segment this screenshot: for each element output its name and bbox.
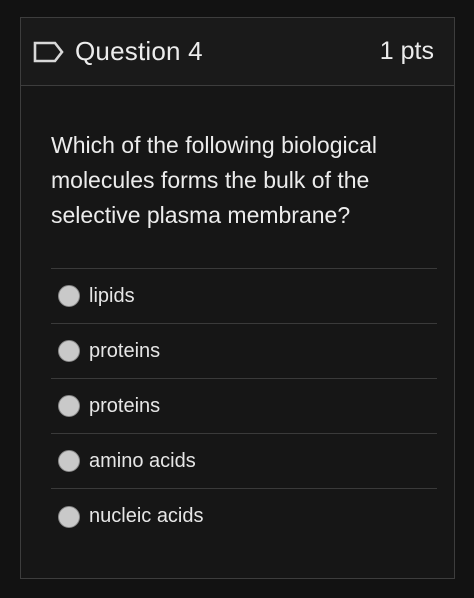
answer-option-proteins-2[interactable]: proteins xyxy=(51,379,437,434)
flag-question-icon[interactable] xyxy=(33,41,65,63)
question-title: Question 4 xyxy=(75,36,203,66)
answer-label: lipids xyxy=(89,284,135,307)
radio-button[interactable] xyxy=(58,505,80,528)
answer-option-lipids[interactable]: lipids xyxy=(51,269,437,324)
question-points: 1 pts xyxy=(379,37,434,65)
answer-label: proteins xyxy=(89,394,161,417)
question-card: Question 4 1 pts Which of the following … xyxy=(20,17,455,579)
answer-label: proteins xyxy=(89,339,161,362)
radio-button[interactable] xyxy=(58,285,80,307)
answer-label: amino acids xyxy=(89,449,196,472)
answer-option-nucleic-acids[interactable]: nucleic acids xyxy=(51,489,437,544)
answer-label: nucleic acids xyxy=(89,505,204,527)
answer-list: lipids proteins proteins amino acids nuc… xyxy=(51,268,437,544)
radio-button[interactable] xyxy=(58,450,80,472)
question-header-left: Question 4 xyxy=(33,36,203,67)
answer-option-proteins-1[interactable]: proteins xyxy=(51,324,437,379)
question-body: Which of the following biological molecu… xyxy=(21,128,454,544)
question-text: Which of the following biological molecu… xyxy=(51,132,378,228)
radio-button[interactable] xyxy=(58,340,80,362)
radio-button[interactable] xyxy=(58,395,80,417)
answer-option-amino-acids[interactable]: amino acids xyxy=(51,434,437,489)
question-header: Question 4 1 pts xyxy=(21,18,454,86)
